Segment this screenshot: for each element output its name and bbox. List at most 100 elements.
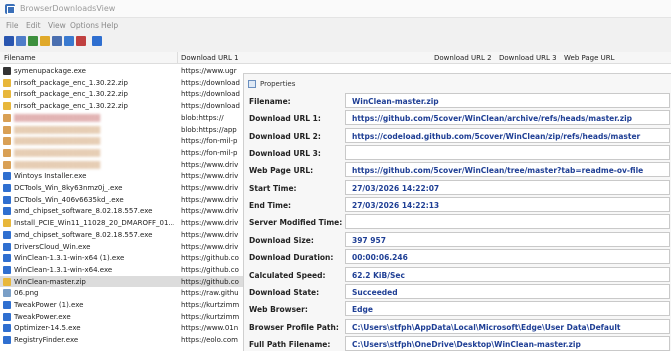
menu-view[interactable]: View xyxy=(48,21,66,30)
row-filename: ████████████████ xyxy=(14,113,101,122)
row-filename: ████████████████ xyxy=(14,160,101,169)
file-type-icon xyxy=(3,184,11,192)
menu-help[interactable]: Help xyxy=(101,21,118,30)
property-value-field[interactable]: Succeeded xyxy=(345,283,670,299)
file-type-icon xyxy=(3,254,11,263)
file-type-icon xyxy=(3,90,11,99)
property-value-field[interactable]: Edge xyxy=(345,301,670,317)
property-value-field[interactable]: C:\Users\stfph\OneDrive\Desktop\WinClean… xyxy=(345,335,670,351)
row-filename: TweakPower.exe xyxy=(14,312,71,321)
row-download-url-1: https://www.driv xyxy=(181,207,239,216)
column-header-download-url-3[interactable]: Download URL 3 xyxy=(499,54,557,62)
row-filename: WinClean-1.3.1-win-x64.exe xyxy=(14,265,113,274)
app-window: BrowserDownloadsView File Edit View Opti… xyxy=(0,0,671,351)
row-download-url-1: https://eolo.com xyxy=(181,336,238,345)
row-download-url-1: blob:https://app xyxy=(181,125,237,134)
file-type-icon xyxy=(3,312,11,321)
menu-options[interactable]: Options xyxy=(70,21,99,30)
properties-title-bar[interactable]: Properties xyxy=(244,74,671,92)
file-type-icon xyxy=(3,67,11,75)
file-type-icon xyxy=(3,78,11,87)
property-value-field[interactable]: 00:00:06.246 xyxy=(345,249,670,265)
app-icon xyxy=(5,4,15,14)
row-download-url-1: https://kurtzimm xyxy=(181,312,240,321)
row-download-url-1: https://www.driv xyxy=(181,195,239,204)
properties-icon[interactable] xyxy=(52,36,62,46)
property-row: Download URL 2: https://codeload.github.c… xyxy=(244,127,671,145)
property-row: Download URL 1: https://github.com/5cover… xyxy=(244,109,671,127)
column-header-web-page-url[interactable]: Web Page URL xyxy=(564,54,615,62)
row-download-url-1: https://github.co xyxy=(181,254,239,263)
property-value-field[interactable] xyxy=(345,214,670,230)
row-download-url-1: https://github.co xyxy=(181,265,239,274)
row-download-url-1: https://www.01n xyxy=(181,324,239,333)
properties-dialog: Properties Filename: WinClean-master.zip D… xyxy=(243,73,671,351)
file-type-icon xyxy=(3,102,11,111)
column-header-download-url-1[interactable]: Download URL 1 xyxy=(181,54,239,62)
menu-file[interactable]: File xyxy=(6,21,19,30)
column-header-download-url-2[interactable]: Download URL 2 xyxy=(434,54,492,62)
property-value-field[interactable]: 27/03/2026 14:22:07 xyxy=(345,179,670,195)
file-type-icon xyxy=(3,125,11,134)
column-separator[interactable] xyxy=(177,52,178,64)
property-label: Download URL 2: xyxy=(249,131,321,141)
row-filename: WinClean-1.3.1-win-x64 (1).exe xyxy=(14,254,125,263)
property-value-field[interactable] xyxy=(345,145,670,161)
copy-icon[interactable] xyxy=(16,36,26,46)
exit-icon[interactable] xyxy=(92,36,102,46)
property-label: Web Browser: xyxy=(249,305,308,315)
row-filename: nirsoft_package_enc_1.30.22.zip xyxy=(14,78,128,87)
properties-title: Properties xyxy=(260,80,296,88)
property-value-field[interactable]: 397 957 xyxy=(345,231,670,247)
refresh-icon[interactable] xyxy=(64,36,74,46)
row-download-url-1: https://www.driv xyxy=(181,242,239,251)
row-filename: ████████████████ xyxy=(14,137,101,146)
open-folder-icon[interactable] xyxy=(40,36,50,46)
list-header: Filename Download URL 1 Download URL 2 D… xyxy=(0,52,671,64)
property-value-field[interactable]: https://github.com/5cover/WinClean/archi… xyxy=(345,110,670,126)
row-download-url-1: https://www.driv xyxy=(181,184,239,192)
row-filename: ████████████████ xyxy=(14,148,101,157)
property-row: Web Browser: Edge xyxy=(244,300,671,318)
save-icon[interactable] xyxy=(4,36,14,46)
property-value-field[interactable]: https://github.com/5cover/WinClean/tree/… xyxy=(345,162,670,178)
file-type-icon xyxy=(3,172,11,181)
row-filename: Wintoys Installer.exe xyxy=(14,172,87,181)
file-type-icon xyxy=(3,113,11,122)
file-type-icon xyxy=(3,289,11,298)
property-value-field[interactable]: https://codeload.github.com/5cover/WinCl… xyxy=(345,127,670,143)
row-filename: DriversCloud_Win.exe xyxy=(14,242,91,251)
column-header-filename[interactable]: Filename xyxy=(4,54,36,62)
sort-icon[interactable] xyxy=(76,36,86,46)
title-bar[interactable]: BrowserDownloadsView xyxy=(0,0,671,18)
row-filename: ████████████████ xyxy=(14,125,101,134)
property-label: Server Modified Time: xyxy=(249,218,343,228)
property-value-field[interactable]: 62.2 KiB/Sec xyxy=(345,266,670,282)
row-download-url-1: https://www.driv xyxy=(181,160,239,169)
row-download-url-1: blob:https:// xyxy=(181,113,224,122)
property-label: Download URL 1: xyxy=(249,114,321,124)
file-type-icon xyxy=(3,324,11,333)
property-row: Filename: WinClean-master.zip xyxy=(244,92,671,110)
row-download-url-1: https://download xyxy=(181,78,240,87)
file-type-icon xyxy=(3,207,11,216)
menu-edit[interactable]: Edit xyxy=(26,21,41,30)
property-label: End Time: xyxy=(249,201,292,211)
row-download-url-1: https://github.co xyxy=(181,277,239,286)
html-report-icon[interactable] xyxy=(28,36,38,46)
property-label: Full Path Filename: xyxy=(249,339,331,349)
toolbar xyxy=(0,33,671,49)
row-filename: RegistryFinder.exe xyxy=(14,336,79,345)
row-download-url-1: https://download xyxy=(181,90,240,99)
property-value-field[interactable]: C:\Users\stfph\AppData\Local\Microsoft\E… xyxy=(345,318,670,334)
file-type-icon xyxy=(3,195,11,204)
row-download-url-1: https://www.driv xyxy=(181,230,239,239)
property-label: Download Duration: xyxy=(249,253,334,263)
property-label: Web Page URL: xyxy=(249,166,314,176)
property-row: Browser Profile Path: C:\Users\stfph\AppD… xyxy=(244,318,671,336)
row-download-url-1: https://fon-mil-p xyxy=(181,148,238,157)
property-value-field[interactable]: 27/03/2026 14:22:13 xyxy=(345,197,670,213)
property-value-field[interactable]: WinClean-master.zip xyxy=(345,93,670,108)
row-filename: symenupackage.exe xyxy=(14,67,86,75)
property-row: Full Path Filename: C:\Users\stfph\OneDri… xyxy=(244,335,671,351)
